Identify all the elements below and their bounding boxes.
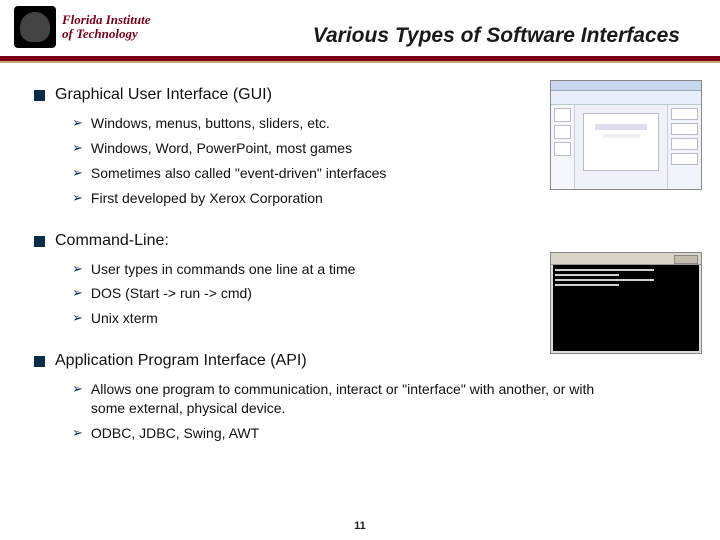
item-text: Windows, Word, PowerPoint, most games [91, 139, 352, 158]
page-number: 11 [0, 520, 720, 532]
logo-text: Florida Institute of Technology [62, 13, 151, 40]
arrow-bullet-icon: ➢ [72, 190, 83, 206]
list-item: ➢ First developed by Xerox Corporation [72, 189, 696, 208]
cli-screenshot-thumbnail [550, 252, 702, 354]
arrow-bullet-icon: ➢ [72, 425, 83, 441]
item-text: Sometimes also called "event-driven" int… [91, 164, 387, 183]
logo-mark [14, 6, 56, 48]
logo-line1: Florida Institute [62, 13, 151, 27]
list-item: ➢ Allows one program to communication, i… [72, 380, 696, 418]
section-heading: Application Program Interface (API) [55, 352, 307, 370]
item-text: User types in commands one line at a tim… [91, 260, 356, 279]
section-api: Application Program Interface (API) ➢ Al… [34, 352, 696, 443]
list-item: ➢ ODBC, JDBC, Swing, AWT [72, 424, 696, 443]
divider-accent [0, 61, 720, 63]
slide-header: Florida Institute of Technology Various … [0, 0, 720, 62]
institution-logo: Florida Institute of Technology [14, 4, 184, 50]
item-text: Allows one program to communication, int… [91, 380, 631, 418]
arrow-bullet-icon: ➢ [72, 115, 83, 131]
arrow-bullet-icon: ➢ [72, 285, 83, 301]
arrow-bullet-icon: ➢ [72, 381, 83, 397]
section-items: ➢ Allows one program to communication, i… [72, 380, 696, 443]
square-bullet-icon [34, 356, 45, 367]
section-heading-row: Command-Line: [34, 232, 696, 250]
item-text: Unix xterm [91, 309, 158, 328]
arrow-bullet-icon: ➢ [72, 165, 83, 181]
square-bullet-icon [34, 236, 45, 247]
arrow-bullet-icon: ➢ [72, 140, 83, 156]
item-text: DOS (Start -> run -> cmd) [91, 284, 252, 303]
section-heading: Command-Line: [55, 232, 169, 250]
item-text: ODBC, JDBC, Swing, AWT [91, 424, 259, 443]
gui-screenshot-thumbnail [550, 80, 702, 190]
item-text: Windows, menus, buttons, sliders, etc. [91, 114, 330, 133]
item-text: First developed by Xerox Corporation [91, 189, 323, 208]
arrow-bullet-icon: ➢ [72, 261, 83, 277]
section-heading-row: Application Program Interface (API) [34, 352, 696, 370]
arrow-bullet-icon: ➢ [72, 310, 83, 326]
square-bullet-icon [34, 90, 45, 101]
slide-title: Various Types of Software Interfaces [313, 24, 680, 48]
logo-line2: of Technology [62, 27, 151, 41]
section-heading: Graphical User Interface (GUI) [55, 86, 272, 104]
